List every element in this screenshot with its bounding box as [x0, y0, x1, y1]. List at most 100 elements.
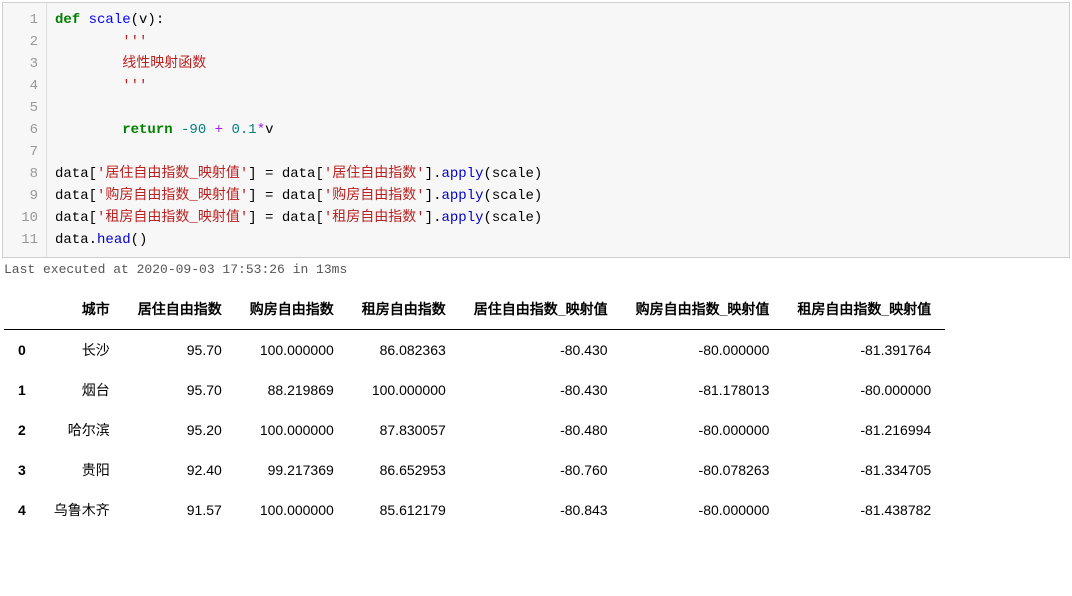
table-header: 租房自由指数: [348, 289, 460, 330]
code-token: ] = data[: [248, 188, 324, 204]
code-token: '购房自由指数_映射值': [97, 188, 248, 204]
cell: -80.760: [460, 450, 622, 490]
cell: -80.000000: [783, 370, 945, 410]
code-token: v: [265, 122, 273, 138]
cell: 85.612179: [348, 490, 460, 530]
table-header: 租房自由指数_映射值: [783, 289, 945, 330]
code-cell[interactable]: 1 2 3 4 5 6 7 8 9 10 11 def scale(v): ''…: [2, 2, 1070, 258]
table-row: 0 长沙 95.70 100.000000 86.082363 -80.430 …: [4, 330, 945, 371]
line-number: 8: [15, 163, 38, 185]
code-token: ].: [425, 188, 442, 204]
row-index: 2: [4, 410, 40, 450]
cell: 100.000000: [348, 370, 460, 410]
table-header: 城市: [40, 289, 124, 330]
line-number: 7: [15, 141, 38, 163]
line-number: 1: [15, 9, 38, 31]
table-row: 1 烟台 95.70 88.219869 100.000000 -80.430 …: [4, 370, 945, 410]
code-token: (scale): [484, 188, 543, 204]
code-token: -90: [181, 122, 206, 138]
cell: -80.430: [460, 370, 622, 410]
cell: 91.57: [124, 490, 236, 530]
cell-city: 乌鲁木齐: [40, 490, 124, 530]
output-dataframe: 城市 居住自由指数 购房自由指数 租房自由指数 居住自由指数_映射值 购房自由指…: [4, 289, 945, 530]
code-token: ''': [55, 78, 147, 94]
cell: 88.219869: [236, 370, 348, 410]
output-table-wrap: 城市 居住自由指数 购房自由指数 租房自由指数 居住自由指数_映射值 购房自由指…: [0, 285, 1072, 538]
line-number: 3: [15, 53, 38, 75]
code-token: '购房自由指数': [324, 188, 425, 204]
cell: -80.000000: [622, 330, 784, 371]
cell: 95.20: [124, 410, 236, 450]
cell: 87.830057: [348, 410, 460, 450]
cell: -80.000000: [622, 490, 784, 530]
code-token: data[: [55, 210, 97, 226]
code-token: (v):: [131, 12, 165, 28]
cell: 100.000000: [236, 410, 348, 450]
code-token: data[: [55, 188, 97, 204]
line-number: 9: [15, 185, 38, 207]
cell: -80.000000: [622, 410, 784, 450]
cell: -80.480: [460, 410, 622, 450]
code-token: ''': [55, 34, 147, 50]
code-body[interactable]: def scale(v): ''' 线性映射函数 ''' return -90 …: [47, 3, 550, 257]
cell: -80.430: [460, 330, 622, 371]
cell-city: 贵阳: [40, 450, 124, 490]
cell: -80.843: [460, 490, 622, 530]
line-number: 10: [15, 207, 38, 229]
execution-info: Last executed at 2020-09-03 17:53:26 in …: [0, 258, 1072, 285]
code-token: ].: [425, 166, 442, 182]
row-index: 0: [4, 330, 40, 371]
code-token: 线性映射函数: [55, 56, 206, 72]
code-token: return: [55, 122, 181, 138]
code-token: '租房自由指数_映射值': [97, 210, 248, 226]
code-token: scale: [89, 12, 131, 28]
table-header-row: 城市 居住自由指数 购房自由指数 租房自由指数 居住自由指数_映射值 购房自由指…: [4, 289, 945, 330]
code-token: '居住自由指数_映射值': [97, 166, 248, 182]
cell: -80.078263: [622, 450, 784, 490]
code-token: ] = data[: [248, 210, 324, 226]
table-header: 居住自由指数: [124, 289, 236, 330]
cell: 86.082363: [348, 330, 460, 371]
cell: 99.217369: [236, 450, 348, 490]
row-index: 1: [4, 370, 40, 410]
table-header: 居住自由指数_映射值: [460, 289, 622, 330]
table-row: 3 贵阳 92.40 99.217369 86.652953 -80.760 -…: [4, 450, 945, 490]
cell: 95.70: [124, 330, 236, 371]
code-token: +: [206, 122, 231, 138]
cell-city: 长沙: [40, 330, 124, 371]
table-header: 购房自由指数: [236, 289, 348, 330]
cell: -81.391764: [783, 330, 945, 371]
cell: -81.178013: [622, 370, 784, 410]
cell: -81.334705: [783, 450, 945, 490]
line-number: 4: [15, 75, 38, 97]
code-token: def: [55, 12, 89, 28]
cell: 95.70: [124, 370, 236, 410]
cell: 100.000000: [236, 490, 348, 530]
cell: 100.000000: [236, 330, 348, 371]
cell: 92.40: [124, 450, 236, 490]
code-token: (scale): [484, 210, 543, 226]
table-body: 0 长沙 95.70 100.000000 86.082363 -80.430 …: [4, 330, 945, 531]
table-header: 购房自由指数_映射值: [622, 289, 784, 330]
code-token: apply: [441, 188, 483, 204]
cell: -81.438782: [783, 490, 945, 530]
table-row: 2 哈尔滨 95.20 100.000000 87.830057 -80.480…: [4, 410, 945, 450]
cell: -81.216994: [783, 410, 945, 450]
line-number: 2: [15, 31, 38, 53]
row-index: 3: [4, 450, 40, 490]
code-token: data[: [55, 166, 97, 182]
code-token: data.: [55, 232, 97, 248]
code-token: ] = data[: [248, 166, 324, 182]
cell: 86.652953: [348, 450, 460, 490]
cell-city: 哈尔滨: [40, 410, 124, 450]
line-number: 5: [15, 97, 38, 119]
code-token: '租房自由指数': [324, 210, 425, 226]
line-number: 11: [15, 229, 38, 251]
code-token: apply: [441, 166, 483, 182]
table-row: 4 乌鲁木齐 91.57 100.000000 85.612179 -80.84…: [4, 490, 945, 530]
cell-city: 烟台: [40, 370, 124, 410]
line-number-gutter: 1 2 3 4 5 6 7 8 9 10 11: [3, 3, 47, 257]
row-index: 4: [4, 490, 40, 530]
code-token: '居住自由指数': [324, 166, 425, 182]
code-token: head: [97, 232, 131, 248]
